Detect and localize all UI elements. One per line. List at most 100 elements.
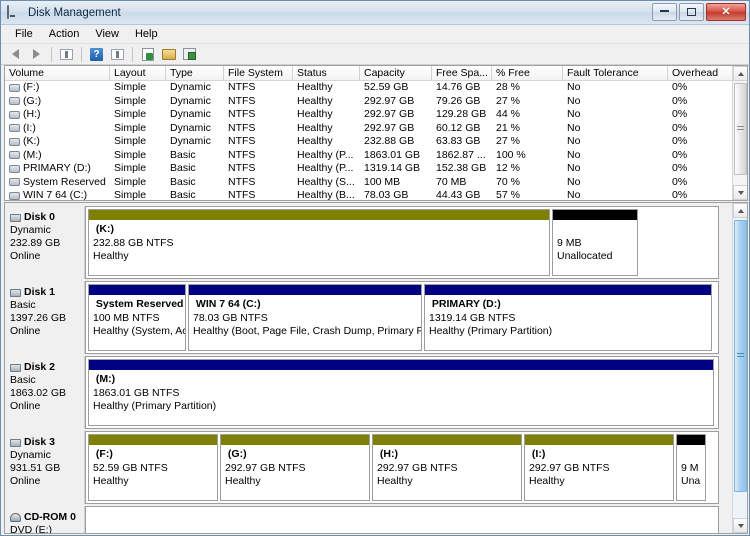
- properties-icon[interactable]: [159, 45, 178, 63]
- disk-info-3[interactable]: Disk 3 Dynamic 931.51 GB Online: [5, 431, 85, 504]
- partition[interactable]: (H:) 292.97 GB NTFS Healthy: [372, 434, 522, 501]
- cdrom-media-area[interactable]: [85, 506, 719, 533]
- table-row[interactable]: PRIMARY (D:) Simple Basic NTFS Healthy (P...…: [5, 162, 747, 176]
- cell-capacity: 78.03 GB: [364, 189, 409, 201]
- scrollbar-thumb[interactable]: [734, 220, 747, 492]
- disk-info-1[interactable]: Disk 1 Basic 1397.26 GB Online: [5, 281, 85, 354]
- disk-type: Dynamic: [10, 224, 51, 236]
- toolbar-separator-2: [81, 46, 82, 62]
- back-arrow-icon[interactable]: [6, 45, 25, 63]
- column-header-free-spa[interactable]: Free Spa...: [432, 66, 492, 80]
- menu-item-file[interactable]: File: [7, 26, 41, 42]
- cell-status: Healthy: [297, 94, 333, 107]
- cell-fault: No: [567, 121, 581, 134]
- partition[interactable]: System Reserved 100 MB NTFS Healthy (Syste…: [88, 284, 186, 351]
- partition-size: 232.88 GB NTFS: [93, 236, 174, 249]
- table-row[interactable]: System Reserved Simple Basic NTFS Healthy (S…: [5, 176, 747, 190]
- column-header-file-system[interactable]: File System: [224, 66, 293, 80]
- cell-pct: 27 %: [496, 94, 520, 107]
- column-header-free[interactable]: % Free: [492, 66, 563, 80]
- properties-list-icon[interactable]: [108, 45, 127, 63]
- disk-state: Online: [10, 475, 41, 487]
- column-header-fault-tolerance[interactable]: Fault Tolerance: [563, 66, 668, 80]
- cell-layout: Simple: [114, 175, 147, 188]
- partition-strip-1: System Reserved 100 MB NTFS Healthy (Syste…: [85, 281, 719, 354]
- cdrom-info[interactable]: CD-ROM 0 DVD (E:): [5, 506, 85, 533]
- volume-list-scrollbar[interactable]: [732, 66, 747, 200]
- column-header-type[interactable]: Type: [166, 66, 224, 80]
- scroll-up-icon[interactable]: [733, 66, 747, 81]
- disk-panel-3[interactable]: Disk 3 Dynamic 931.51 GB Online (F:) 52.59 G…: [5, 431, 719, 504]
- disk-panel-1[interactable]: Disk 1 Basic 1397.26 GB Online System Reser…: [5, 281, 719, 354]
- disk-info-0[interactable]: Disk 0 Dynamic 232.89 GB Online: [5, 206, 85, 279]
- partition[interactable]: (M:) 1863.01 GB NTFS Healthy (Primary Part…: [88, 359, 714, 426]
- graphical-view-pane: Disk 0 Dynamic 232.89 GB Online (K:) 232.88 …: [4, 202, 748, 534]
- disk-size: 1863.02 GB: [10, 387, 67, 399]
- partition[interactable]: (K:) 232.88 GB NTFS Healthy: [88, 209, 550, 276]
- cell-capacity: 292.97 GB: [364, 121, 415, 134]
- partition-size: 292.97 GB NTFS: [225, 461, 306, 474]
- cell-overhead: 0%: [672, 94, 688, 107]
- menu-item-help[interactable]: Help: [127, 26, 166, 42]
- cell-overhead: 0%: [672, 175, 688, 188]
- disk-info-2[interactable]: Disk 2 Basic 1863.02 GB Online: [5, 356, 85, 429]
- cell-fs: NTFS: [228, 81, 256, 93]
- partition[interactable]: (G:) 292.97 GB NTFS Healthy: [220, 434, 370, 501]
- table-row[interactable]: (M:) Simple Basic NTFS Healthy (P... 1863.01 …: [5, 149, 747, 163]
- partition-title: (H:): [377, 448, 398, 460]
- disk-panel-2[interactable]: Disk 2 Basic 1863.02 GB Online (M:) 1863.01 …: [5, 356, 719, 429]
- cell-capacity: 52.59 GB: [364, 81, 409, 93]
- scroll-down-icon[interactable]: [733, 185, 747, 200]
- rescan-disks-icon[interactable]: [180, 45, 199, 63]
- cell-free: 14.76 GB: [436, 81, 481, 93]
- partition-status: Healthy (Primary Partition): [93, 400, 217, 412]
- column-header-capacity[interactable]: Capacity: [360, 66, 432, 80]
- table-row[interactable]: (K:) Simple Dynamic NTFS Healthy 232.88 GB 63.…: [5, 135, 747, 149]
- disk-icon: [10, 363, 21, 372]
- cdrom-icon: [10, 513, 21, 522]
- forward-arrow-icon[interactable]: [27, 45, 46, 63]
- cdrom-panel[interactable]: CD-ROM 0 DVD (E:): [5, 506, 719, 533]
- close-button[interactable]: ✕: [706, 3, 746, 21]
- column-header-volume[interactable]: Volume: [5, 66, 110, 80]
- partition-status: Healthy (System, Act: [93, 325, 185, 337]
- cell-free: 79.26 GB: [436, 94, 481, 107]
- table-row[interactable]: (I:) Simple Dynamic NTFS Healthy 292.97 GB 60.…: [5, 122, 747, 136]
- show-hide-console-tree-icon[interactable]: [57, 45, 76, 63]
- partition[interactable]: (F:) 52.59 GB NTFS Healthy: [88, 434, 218, 501]
- volume-list-header: Volume Layout Type File System Status Capacit…: [5, 66, 747, 81]
- cell-layout: Simple: [114, 162, 147, 174]
- partition[interactable]: 9 M Una: [676, 434, 706, 501]
- disk-management-window: Disk Management ✕ File Action View Help …: [0, 0, 750, 536]
- table-row[interactable]: (F:) Simple Dynamic NTFS Healthy 52.59 GB 14.7…: [5, 81, 747, 95]
- disk-panel-0[interactable]: Disk 0 Dynamic 232.89 GB Online (K:) 232.88 …: [5, 206, 719, 279]
- partition[interactable]: PRIMARY (D:) 1319.14 GB NTFS Healthy (Prim…: [424, 284, 712, 351]
- cell-volume: (H:): [23, 108, 41, 120]
- table-row[interactable]: WIN 7 64 (C:) Simple Basic NTFS Healthy (B..…: [5, 189, 747, 201]
- menu-item-view[interactable]: View: [87, 26, 127, 42]
- column-header-status[interactable]: Status: [293, 66, 360, 80]
- menu-item-action[interactable]: Action: [41, 26, 88, 42]
- column-header-overhead[interactable]: Overhead: [668, 66, 733, 80]
- help-icon[interactable]: ?: [87, 45, 106, 63]
- disk-icon: [7, 4, 23, 20]
- partition-capacity-bar: [677, 435, 705, 445]
- column-header-layout[interactable]: Layout: [110, 66, 166, 80]
- refresh-icon[interactable]: [138, 45, 157, 63]
- scrollbar-thumb[interactable]: [734, 83, 747, 175]
- table-row[interactable]: (H:) Simple Dynamic NTFS Healthy 292.97 GB 129…: [5, 108, 747, 122]
- maximize-button[interactable]: [679, 3, 704, 21]
- partition[interactable]: WIN 7 64 (C:) 78.03 GB NTFS Healthy (Boot,…: [188, 284, 422, 351]
- minimize-button[interactable]: [652, 3, 677, 21]
- partition[interactable]: 9 MB Unallocated: [552, 209, 638, 276]
- partition[interactable]: (I:) 292.97 GB NTFS Healthy: [524, 434, 674, 501]
- partition-capacity-bar: [373, 435, 521, 445]
- cell-free: 60.12 GB: [436, 121, 481, 134]
- scroll-down-icon[interactable]: [733, 518, 747, 533]
- partition-capacity-bar: [89, 210, 549, 220]
- partition-text: 9 MB Unallocated: [553, 220, 637, 264]
- graphical-view-scrollbar[interactable]: [732, 203, 747, 533]
- table-row[interactable]: (G:) Simple Dynamic NTFS Healthy 292.97 GB 79.…: [5, 95, 747, 109]
- scroll-up-icon[interactable]: [733, 203, 747, 218]
- cell-volume: (K:): [23, 135, 40, 147]
